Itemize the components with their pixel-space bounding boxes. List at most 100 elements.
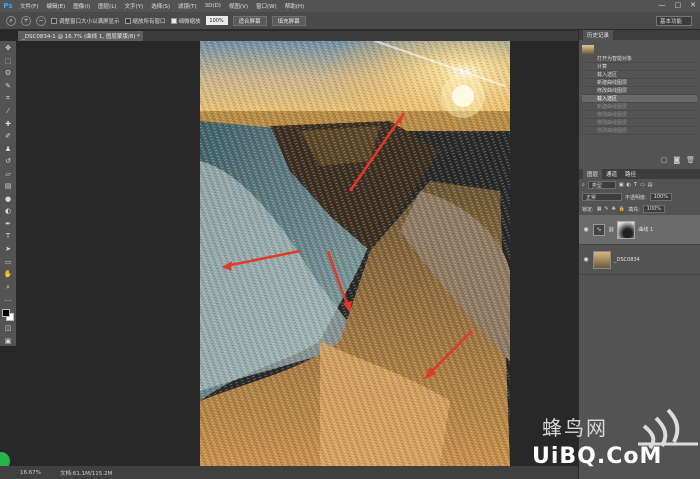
lock-pixels-icon[interactable]: ▦ — [597, 206, 602, 212]
history-item[interactable]: 修改曲线图层 — [582, 87, 697, 95]
menu-view[interactable]: 视图(V) — [225, 2, 252, 10]
layer-background-photo[interactable]: ◉ _DSC0834 — [579, 245, 700, 275]
tab-paths[interactable]: 路径 — [621, 169, 640, 179]
close-button[interactable]: ✕ — [690, 1, 696, 9]
blur-tool-icon[interactable]: ● — [3, 195, 14, 205]
eraser-tool-icon[interactable]: ▱ — [3, 169, 14, 179]
menu-filter[interactable]: 滤镜(T) — [174, 2, 201, 10]
opacity-field[interactable]: 100% — [649, 193, 672, 201]
blend-mode-select[interactable]: 正常 — [582, 193, 622, 201]
layer-filter-select[interactable]: 类型 — [587, 181, 616, 189]
status-doc-info[interactable]: 文档:61.1M/115.2M — [60, 469, 112, 477]
menu-image[interactable]: 图像(I) — [69, 2, 94, 10]
history-brush-tool-icon[interactable]: ↺ — [3, 157, 14, 167]
menu-select[interactable]: 选择(S) — [147, 2, 174, 10]
eye-icon[interactable]: ◉ — [582, 226, 590, 233]
menu-3d[interactable]: 3D(D) — [201, 3, 225, 9]
scrubby-zoom-option[interactable]: 细微缩放 — [170, 17, 201, 25]
document-tab[interactable]: _DSC0834-1 @ 16.7% (曲线 1, 图层蒙版/8) * × — [18, 31, 143, 41]
color-swatches[interactable] — [2, 309, 14, 322]
zoom-out-icon[interactable]: − — [36, 15, 46, 26]
trash-icon[interactable]: 🗑 — [686, 156, 695, 164]
quick-select-tool-icon[interactable]: ✎ — [3, 82, 14, 92]
new-document-icon[interactable]: ▢ — [661, 156, 668, 164]
watermark-en-text: UiBQ.CoM — [532, 444, 663, 469]
move-tool-icon[interactable]: ✥ — [3, 44, 14, 54]
hand-tool-icon[interactable]: ✋ — [3, 270, 14, 280]
watermark-cn-text: 蜂鸟网 — [542, 416, 608, 440]
search-icon: ⌕ — [582, 182, 585, 188]
document-image[interactable] — [200, 41, 510, 466]
menu-help[interactable]: 帮助(H) — [281, 2, 308, 10]
history-item[interactable]: 打开为智能对象 — [582, 55, 697, 63]
tab-history[interactable]: 历史记录 — [583, 30, 614, 40]
history-item[interactable]: 载入选区 — [582, 71, 697, 79]
zoom-all-option[interactable]: 缩放所有窗口 — [124, 17, 166, 25]
scrubby-zoom-checkbox[interactable] — [170, 17, 177, 24]
filter-pixel-icon[interactable]: ▣ — [619, 182, 624, 188]
lasso-tool-icon[interactable]: ʘ — [3, 69, 14, 79]
history-item[interactable]: 修改曲线图层 — [582, 111, 697, 119]
history-item[interactable]: 新建曲线图层 — [582, 79, 697, 87]
menu-file[interactable]: 文件(F) — [16, 2, 42, 10]
clone-stamp-tool-icon[interactable]: ♟ — [3, 144, 14, 154]
minimize-button[interactable]: — — [659, 1, 666, 9]
zoom-tool-icon[interactable]: ⌕ — [6, 15, 16, 26]
layer-curves-1[interactable]: ◉ ∿ ⛓ 曲线 1 — [579, 215, 700, 245]
healing-brush-tool-icon[interactable]: ✚ — [3, 119, 14, 129]
path-select-tool-icon[interactable]: ➤ — [3, 245, 14, 255]
dodge-tool-icon[interactable]: ◐ — [3, 207, 14, 217]
menu-window[interactable]: 窗口(W) — [252, 2, 281, 10]
history-snapshot[interactable] — [582, 43, 697, 55]
fit-screen-button[interactable]: 适合屏幕 — [232, 15, 267, 26]
menu-layer[interactable]: 图层(L) — [94, 2, 120, 10]
history-item[interactable]: 计算 — [582, 63, 697, 71]
camera-icon[interactable]: ◙ — [673, 156, 680, 164]
zoom-tool-icon[interactable]: ⌕ — [3, 282, 14, 292]
pen-tool-icon[interactable]: ✒ — [3, 220, 14, 230]
filter-smart-icon[interactable]: ▤ — [648, 182, 653, 188]
tab-layers[interactable]: 图层 — [583, 169, 603, 179]
eyedropper-tool-icon[interactable]: ⁄ — [3, 107, 14, 117]
watermark: 蜂鸟网 UiBQ.CoM — [528, 400, 700, 472]
layer-mask-thumbnail[interactable] — [617, 220, 636, 239]
crop-tool-icon[interactable]: ⌗ — [3, 94, 14, 104]
filter-adjust-icon[interactable]: ◐ — [627, 182, 631, 188]
brush-tool-icon[interactable]: ✐ — [3, 132, 14, 142]
menu-edit[interactable]: 编辑(E) — [42, 2, 69, 10]
type-tool-icon[interactable]: T — [3, 232, 14, 242]
filter-type-icon[interactable]: T — [634, 182, 637, 188]
lock-paint-icon[interactable]: ✎ — [604, 206, 608, 212]
shape-tool-icon[interactable]: ▭ — [3, 257, 14, 267]
zoom-percent-field[interactable]: 100% — [205, 16, 228, 25]
layer-name: 曲线 1 — [638, 227, 654, 233]
lock-all-icon[interactable]: 🔒 — [619, 206, 625, 212]
resize-windows-checkbox[interactable] — [51, 17, 57, 24]
history-item[interactable]: 新建曲线图层 — [582, 103, 697, 111]
filter-shape-icon[interactable]: ▭ — [640, 182, 645, 188]
lock-move-icon[interactable]: ✥ — [612, 206, 616, 212]
tab-channels[interactable]: 通道 — [602, 169, 621, 179]
screen-mode-icon[interactable]: ▣ — [3, 336, 14, 346]
maximize-button[interactable]: □ — [675, 1, 682, 9]
zoom-in-icon[interactable]: + — [21, 15, 31, 26]
quick-mask-icon[interactable]: ◫ — [3, 324, 14, 334]
options-bar: ⌕ + − 调整窗口大小以满屏显示 缩放所有窗口 细微缩放 100% 适合屏幕 … — [0, 12, 700, 30]
resize-windows-option[interactable]: 调整窗口大小以满屏显示 — [51, 17, 120, 25]
eye-icon[interactable]: ◉ — [582, 256, 590, 263]
menu-type[interactable]: 文字(Y) — [121, 2, 148, 10]
history-item-active[interactable]: 载入选区 — [582, 95, 697, 103]
fill-field[interactable]: 100% — [642, 205, 665, 213]
foreground-color-swatch[interactable] — [2, 309, 10, 318]
history-item[interactable]: 修改曲线图层 — [582, 127, 697, 135]
history-item[interactable]: 修改曲线图层 — [582, 119, 697, 127]
gradient-tool-icon[interactable]: ▤ — [3, 182, 14, 192]
more-tools-icon[interactable]: … — [3, 295, 14, 305]
tools-panel: ✥ ⬚ ʘ ✎ ⌗ ⁄ ✚ ✐ ♟ ↺ ▱ ▤ ● ◐ ✒ T ➤ ▭ ✋ ⌕ … — [0, 41, 17, 346]
fill-screen-button[interactable]: 填充屏幕 — [271, 15, 306, 26]
status-zoom-value[interactable]: 16.67% — [20, 470, 50, 476]
marquee-tool-icon[interactable]: ⬚ — [3, 57, 14, 67]
zoom-all-checkbox[interactable] — [124, 17, 131, 24]
canvas-area[interactable] — [18, 41, 578, 466]
workspace-select[interactable]: 基本功能 — [656, 16, 692, 26]
